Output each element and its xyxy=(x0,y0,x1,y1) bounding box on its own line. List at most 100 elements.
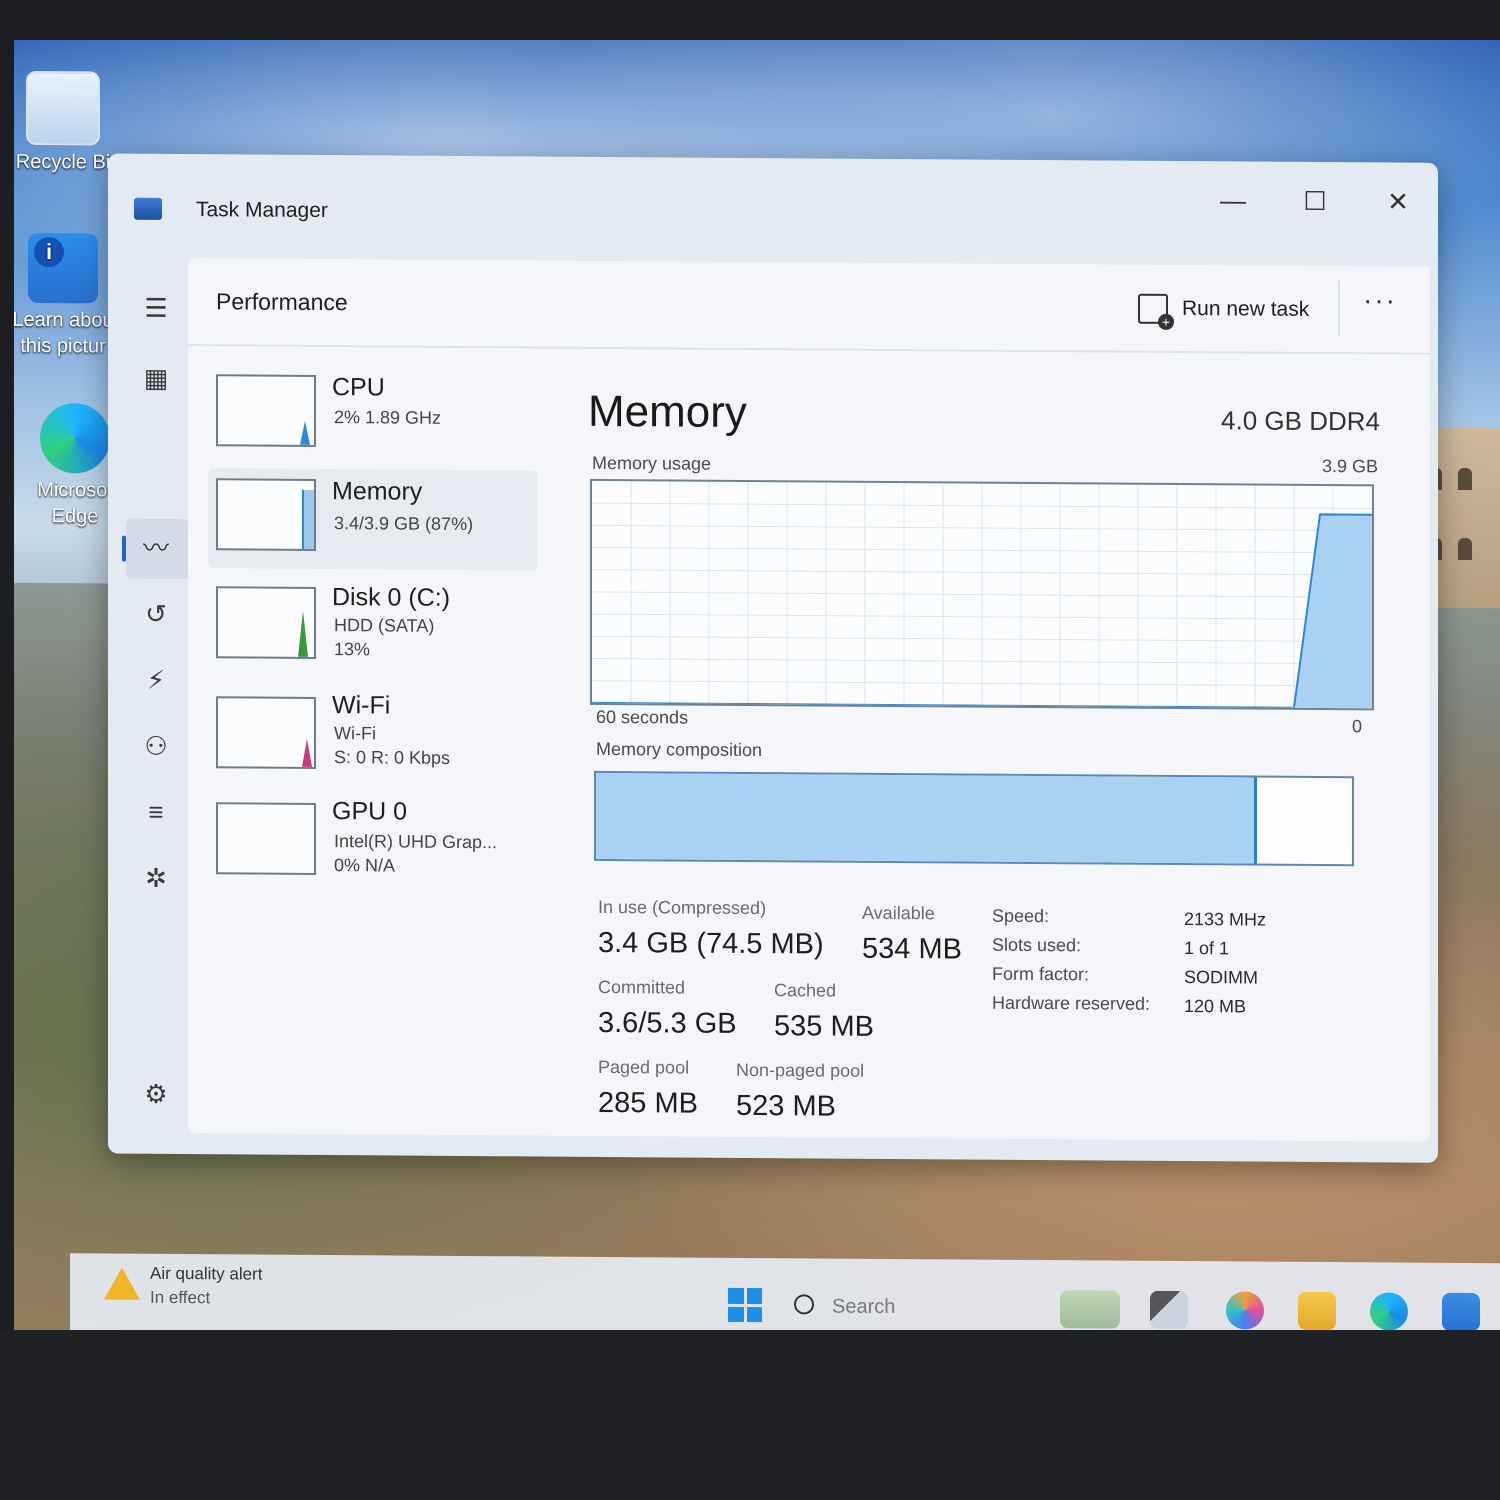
startup-apps-icon[interactable]: ⚡ xyxy=(136,660,176,700)
perf-item-sub: 3.4/3.9 GB (87%) xyxy=(334,513,474,535)
copilot-icon[interactable] xyxy=(1226,1291,1264,1330)
available-label: Available xyxy=(862,902,935,924)
perf-item-sub: 2% 1.89 GHz xyxy=(334,407,442,428)
weather-alert-sub: In effect xyxy=(150,1287,211,1308)
slots-used-label: Slots used: xyxy=(992,934,1082,956)
perf-item-gpu[interactable]: GPU 0 Intel(R) UHD Grap... 0% N/A xyxy=(208,788,538,890)
title-bar[interactable]: Task Manager — ☐ ✕ xyxy=(108,154,1438,263)
detail-title: Memory xyxy=(588,386,747,437)
perf-item-sub-2: S: 0 R: 0 Kbps xyxy=(334,747,451,768)
in-use-label: In use (Compressed) xyxy=(598,896,767,919)
maximize-button[interactable]: ☐ xyxy=(1280,176,1350,226)
header-divider xyxy=(1338,280,1340,337)
speed-label: Speed: xyxy=(992,905,1050,927)
perf-item-memory[interactable]: Memory 3.4/3.9 GB (87%) xyxy=(208,468,538,571)
window-title: Task Manager xyxy=(196,198,328,223)
run-new-task-label: Run new task xyxy=(1182,297,1310,321)
nav-active-indicator xyxy=(122,535,126,562)
memory-thumbnail-graph xyxy=(216,478,316,551)
nav-rail: ☰ ▦ 〰 ↺ ⚡ ⚇ ≡ ✲ ⚙ xyxy=(122,264,190,1144)
laptop-bezel-bottom xyxy=(0,1330,1500,1500)
run-new-task-icon xyxy=(1138,293,1168,324)
more-options-button[interactable]: ··· xyxy=(1363,284,1397,316)
memory-graph-fill xyxy=(302,489,316,549)
gpu-thumbnail-graph xyxy=(216,802,316,875)
hamburger-icon[interactable]: ☰ xyxy=(136,288,176,328)
perf-item-sub: Intel(R) UHD Grap... xyxy=(334,831,498,853)
perf-item-disk[interactable]: Disk 0 (C:) HDD (SATA) 13% xyxy=(208,574,538,676)
disk-thumbnail-graph xyxy=(216,586,316,659)
memory-spec: 4.0 GB DDR4 xyxy=(1221,405,1380,437)
performance-page: Performance Run new task ··· CPU 2% 1.89… xyxy=(188,258,1430,1142)
task-manager-logo-icon xyxy=(134,197,162,220)
page-title: Performance xyxy=(216,288,348,316)
composition-in-use xyxy=(596,772,1257,864)
memory-detail-panel: Memory 4.0 GB DDR4 Memory usage 3.9 GB 6… xyxy=(588,367,1388,1143)
search-placeholder: Search xyxy=(832,1295,896,1319)
store-icon[interactable] xyxy=(1442,1292,1480,1332)
perf-item-cpu[interactable]: CPU 2% 1.89 GHz xyxy=(208,364,538,466)
memory-usage-chart xyxy=(590,478,1374,711)
perf-item-name: CPU xyxy=(332,373,385,402)
perf-item-name: Disk 0 (C:) xyxy=(332,583,451,612)
start-icon-tile xyxy=(728,1306,744,1322)
start-icon-tile xyxy=(746,1306,762,1323)
users-icon[interactable]: ⚇ xyxy=(136,726,176,766)
perf-item-name: Memory xyxy=(332,477,423,506)
form-factor-label: Form factor: xyxy=(992,963,1090,985)
perf-item-sub: HDD (SATA) xyxy=(334,615,435,636)
memory-composition-label: Memory composition xyxy=(596,738,763,761)
cpu-graph-spike xyxy=(300,420,310,445)
wifi-graph-spike xyxy=(302,738,312,767)
details-icon[interactable]: ≡ xyxy=(136,792,176,832)
close-button[interactable]: ✕ xyxy=(1363,176,1433,226)
slots-used-value: 1 of 1 xyxy=(1184,938,1230,959)
desktop-icon-learn-about-picture[interactable]: Learn abou this pictur xyxy=(8,232,118,360)
services-icon[interactable]: ✲ xyxy=(136,858,176,898)
form-factor-value: SODIMM xyxy=(1184,967,1258,988)
desktop: Recycle Bi Learn abou this pictur Micros… xyxy=(0,22,1500,1356)
perf-item-sub: Wi-Fi xyxy=(334,723,376,744)
memory-usage-max: 3.9 GB xyxy=(1321,455,1378,477)
learn-about-picture-icon xyxy=(28,232,98,304)
desktop-icon-recycle-bin[interactable]: Recycle Bi xyxy=(8,70,118,176)
available-value: 534 MB xyxy=(862,932,962,966)
run-new-task-button[interactable]: Run new task xyxy=(1138,287,1309,332)
edge-taskbar-icon[interactable] xyxy=(1370,1292,1408,1331)
laptop-bezel-top xyxy=(0,0,1500,40)
non-paged-pool-value: 523 MB xyxy=(736,1089,836,1123)
time-end-label: 0 xyxy=(1352,716,1363,737)
page-header: Performance Run new task ··· xyxy=(188,258,1430,355)
perf-item-wifi[interactable]: Wi-Fi Wi-Fi S: 0 R: 0 Kbps xyxy=(208,682,538,784)
committed-label: Committed xyxy=(598,976,686,998)
perf-item-name: Wi-Fi xyxy=(332,691,391,720)
performance-list: CPU 2% 1.89 GHz Memory 3.4/3.9 GB (87%) … xyxy=(208,364,538,886)
wifi-thumbnail-graph xyxy=(216,696,316,769)
perf-item-sub-2: 13% xyxy=(334,639,371,660)
edge-icon xyxy=(40,403,110,474)
settings-icon[interactable]: ⚙ xyxy=(136,1074,176,1114)
paged-pool-value: 285 MB xyxy=(598,1086,698,1120)
app-history-icon[interactable]: ↺ xyxy=(136,594,176,634)
start-button[interactable] xyxy=(728,1287,762,1323)
task-view-icon[interactable] xyxy=(1150,1290,1188,1330)
weather-alert-title[interactable]: Air quality alert xyxy=(150,1264,262,1285)
performance-icon[interactable]: 〰 xyxy=(136,528,176,568)
start-icon-tile xyxy=(746,1287,762,1304)
paged-pool-label: Paged pool xyxy=(598,1056,690,1078)
perf-item-name: GPU 0 xyxy=(332,797,408,826)
processes-icon[interactable]: ▦ xyxy=(136,358,176,398)
file-explorer-icon[interactable] xyxy=(1298,1291,1336,1331)
in-use-value: 3.4 GB (74.5 MB) xyxy=(598,926,824,961)
widgets-icon[interactable] xyxy=(1060,1290,1120,1329)
disk-graph-spike xyxy=(298,610,308,657)
cached-label: Cached xyxy=(774,980,837,1001)
air-quality-alert-icon[interactable] xyxy=(104,1267,140,1300)
time-span-label: 60 seconds xyxy=(596,706,689,728)
minimize-button[interactable]: — xyxy=(1198,175,1268,225)
desktop-icon-label: Learn abou this pictur xyxy=(12,308,114,358)
taskbar-search[interactable]: Search xyxy=(794,1294,895,1319)
cached-value: 535 MB xyxy=(774,1010,874,1043)
memory-usage-svg xyxy=(592,481,1372,709)
speed-value: 2133 MHz xyxy=(1184,909,1267,930)
